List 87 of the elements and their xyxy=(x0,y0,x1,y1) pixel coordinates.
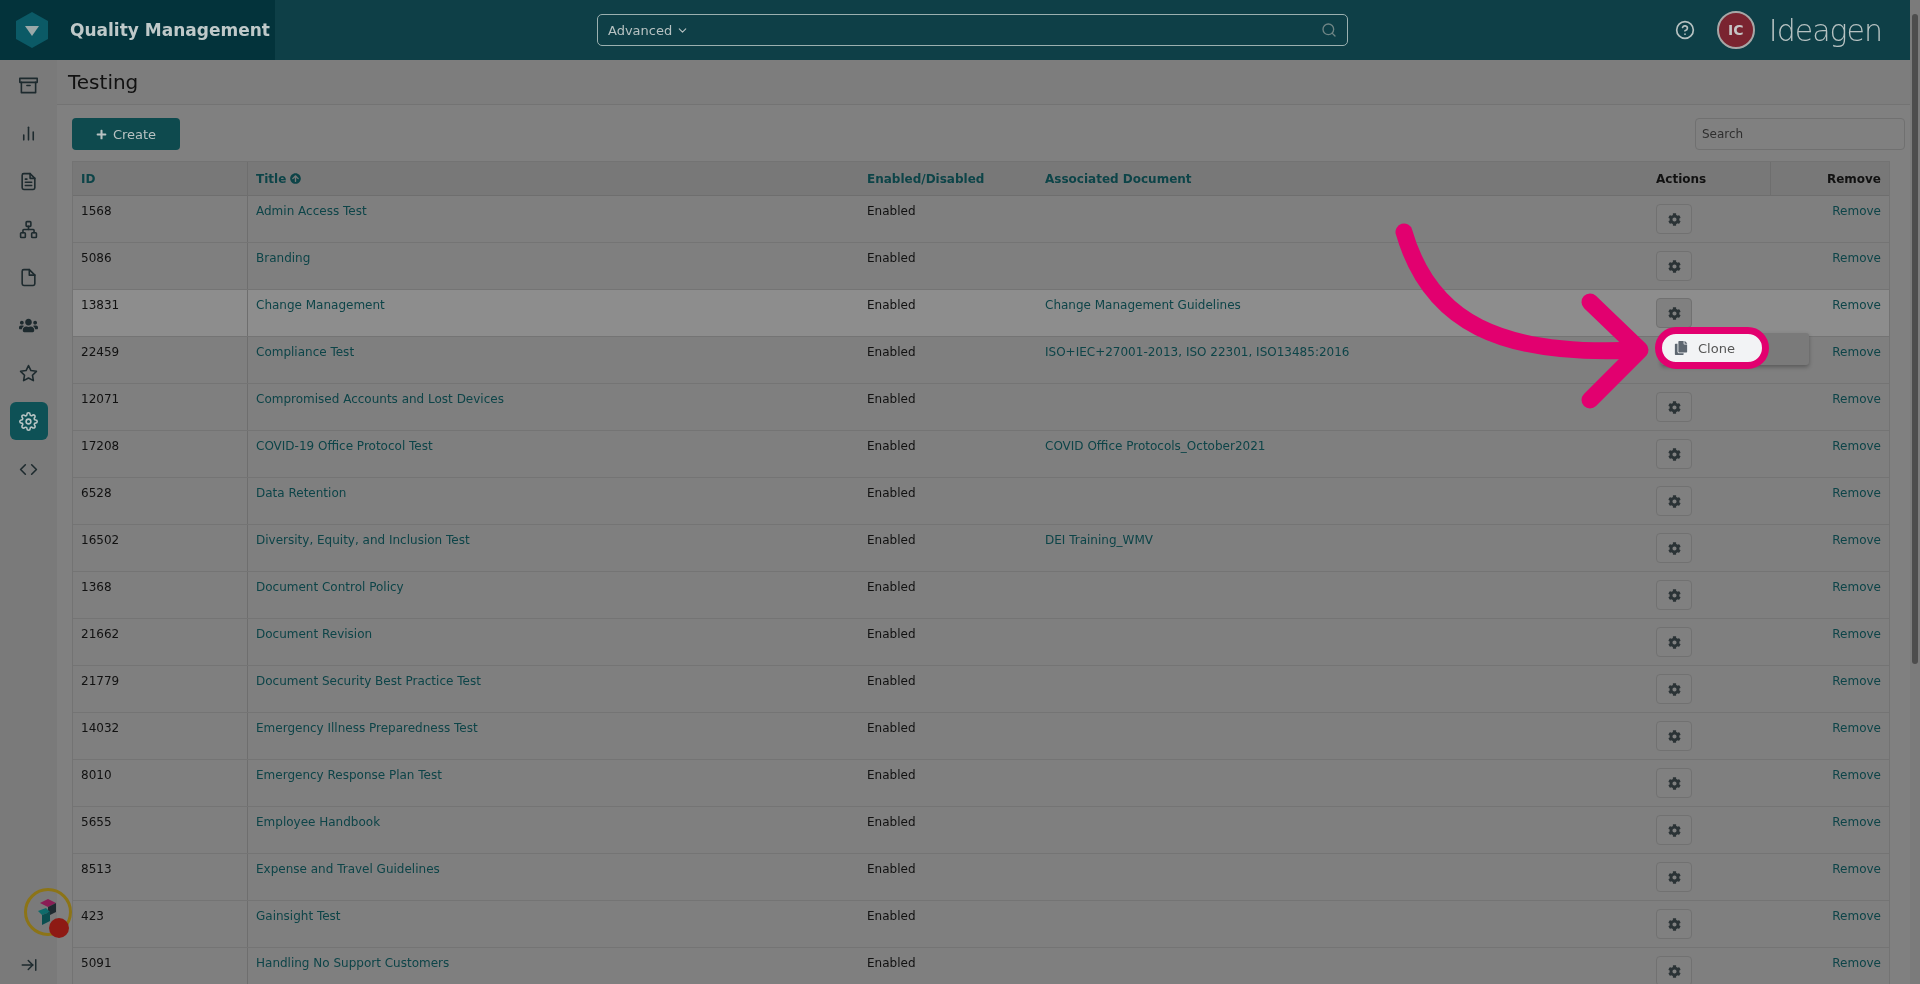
search-field[interactable]: Search xyxy=(1695,118,1905,150)
status-cell: Enabled xyxy=(867,815,916,829)
id-cell: 17208 xyxy=(81,439,120,453)
column-header: Remove xyxy=(1826,171,1881,186)
app-title: Quality Management xyxy=(70,20,270,40)
title-link[interactable]: Admin Access Test xyxy=(256,204,367,218)
global-search-field[interactable]: Advanced xyxy=(597,14,1348,46)
remove-link[interactable]: Remove xyxy=(1832,533,1881,547)
id-cell: 16502 xyxy=(81,533,120,547)
title-link[interactable]: Document Revision xyxy=(256,627,373,641)
title-link[interactable]: Emergency Response Plan Test xyxy=(256,768,442,782)
title-link[interactable]: Diversity, Equity, and Inclusion Test xyxy=(256,533,470,547)
status-cell: Enabled xyxy=(867,204,916,218)
id-cell: 21662 xyxy=(81,627,120,641)
status-cell: Enabled xyxy=(867,345,916,359)
remove-link[interactable]: Remove xyxy=(1832,909,1881,923)
status-cell: Enabled xyxy=(867,909,916,923)
id-cell: 22459 xyxy=(81,345,120,359)
status-cell: Enabled xyxy=(867,721,916,735)
remove-link[interactable]: Remove xyxy=(1832,392,1881,406)
id-cell: 12071 xyxy=(81,392,120,406)
title-link[interactable]: Emergency Illness Preparedness Test xyxy=(256,721,478,735)
remove-link[interactable]: Remove xyxy=(1832,815,1881,829)
document-link[interactable]: COVID Office Protocols_October2021 xyxy=(1045,439,1266,453)
remove-link[interactable]: Remove xyxy=(1832,439,1881,453)
id-cell: 423 xyxy=(81,909,104,923)
remove-link[interactable]: Remove xyxy=(1832,204,1881,218)
status-cell: Enabled xyxy=(867,768,916,782)
remove-link[interactable]: Remove xyxy=(1832,674,1881,688)
title-link[interactable]: Change Management xyxy=(256,298,385,312)
status-cell: Enabled xyxy=(867,533,916,547)
id-cell: 5086 xyxy=(81,251,112,265)
status-cell: Enabled xyxy=(867,486,916,500)
id-cell: 6528 xyxy=(81,486,112,500)
document-link[interactable]: Change Management Guidelines xyxy=(1045,298,1241,312)
status-cell: Enabled xyxy=(867,439,916,453)
id-cell: 8010 xyxy=(81,768,112,782)
id-cell: 1568 xyxy=(81,204,112,218)
title-link[interactable]: Expense and Travel Guidelines xyxy=(256,862,440,876)
title-link[interactable]: COVID-19 Office Protocol Test xyxy=(256,439,433,453)
title-link[interactable]: Compliance Test xyxy=(256,345,355,359)
title-link[interactable]: Compromised Accounts and Lost Devices xyxy=(256,392,504,406)
id-cell: 13831 xyxy=(81,298,120,312)
remove-link[interactable]: Remove xyxy=(1832,251,1881,265)
document-link[interactable]: ISO+IEC+27001-2013, ISO 22301, ISO13485:2016 xyxy=(1045,345,1350,359)
page-title: Testing xyxy=(68,70,139,94)
title-link[interactable]: Document Security Best Practice Test xyxy=(256,674,481,688)
id-cell: 14032 xyxy=(81,721,120,735)
column-header[interactable]: ID xyxy=(81,171,96,186)
column-header[interactable]: Enabled/Disabled xyxy=(867,171,985,186)
title-link[interactable]: Branding xyxy=(256,251,311,265)
status-cell: Enabled xyxy=(867,674,916,688)
status-cell: Enabled xyxy=(867,580,916,594)
create-button[interactable]: Create xyxy=(72,118,180,150)
remove-link[interactable]: Remove xyxy=(1832,768,1881,782)
title-link[interactable]: Gainsight Test xyxy=(256,909,341,923)
brand-logo: Ideagen xyxy=(1768,12,1882,48)
document-link[interactable]: DEI Training_WMV xyxy=(1045,533,1153,547)
id-cell: 21779 xyxy=(81,674,120,688)
clone-menu-item[interactable]: Clone xyxy=(1655,327,1769,369)
status-cell: Enabled xyxy=(867,627,916,641)
column-header[interactable]: Title xyxy=(256,171,287,186)
title-link[interactable]: Document Control Policy xyxy=(256,580,404,594)
title-link[interactable]: Handling No Support Customers xyxy=(256,956,450,970)
remove-link[interactable]: Remove xyxy=(1832,627,1881,641)
scope-dropdown[interactable]: Advanced xyxy=(608,22,690,38)
status-cell: Enabled xyxy=(867,862,916,876)
status-cell: Enabled xyxy=(867,392,916,406)
status-cell: Enabled xyxy=(867,956,916,970)
id-cell: 5655 xyxy=(81,815,112,829)
remove-link[interactable]: Remove xyxy=(1832,345,1881,359)
id-cell: 5091 xyxy=(81,956,112,970)
remove-link[interactable]: Remove xyxy=(1832,298,1881,312)
id-cell: 1368 xyxy=(81,580,112,594)
remove-link[interactable]: Remove xyxy=(1832,580,1881,594)
status-cell: Enabled xyxy=(867,251,916,265)
id-cell: 8513 xyxy=(81,862,112,876)
remove-link[interactable]: Remove xyxy=(1832,956,1881,970)
remove-link[interactable]: Remove xyxy=(1832,862,1881,876)
column-header[interactable]: Associated Document xyxy=(1045,171,1192,186)
remove-link[interactable]: Remove xyxy=(1832,721,1881,735)
remove-link[interactable]: Remove xyxy=(1832,486,1881,500)
user-avatar[interactable]: IC xyxy=(1716,11,1755,49)
title-link[interactable]: Data Retention xyxy=(256,486,347,500)
column-header: Actions xyxy=(1656,171,1707,186)
title-link[interactable]: Employee Handbook xyxy=(256,815,381,829)
status-cell: Enabled xyxy=(867,298,916,312)
